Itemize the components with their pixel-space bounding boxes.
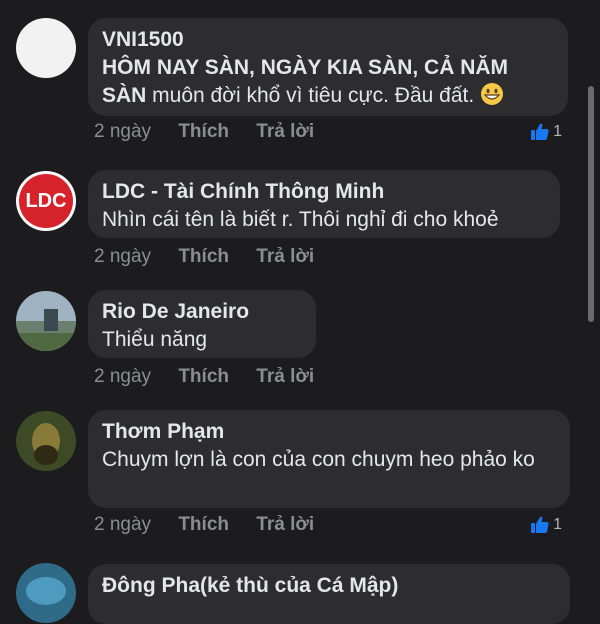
avatar[interactable] [16,291,76,351]
like-button[interactable]: Thích [178,514,229,535]
reply-button[interactable]: Trả lời [256,246,314,267]
like-thumb-icon [531,516,549,533]
comment-meta: 2 ngày Thích Trả lời [94,121,336,143]
comment-text: HÔM NAY SÀN, NGÀY KIA SÀN, CẢ NĂM SÀN mu… [102,54,554,114]
grinning-face-icon [480,82,504,114]
reaction-count[interactable]: 1 [530,123,562,141]
commenter-name[interactable]: VNI1500 [102,26,554,54]
like-count: 1 [553,516,562,533]
ldc-logo-text: LDC [25,189,67,212]
comment-bubble[interactable]: LDC - Tài Chính Thông Minh Nhìn cái tên … [88,170,560,238]
commenter-name[interactable]: Rio De Janeiro [102,298,302,326]
like-thumb-icon [531,123,549,140]
comment-text: Thiểu năng [102,328,208,351]
avatar[interactable] [16,411,76,471]
comment-text-rest: muôn đời khổ vì tiêu cực. Đầu đất. [146,84,475,107]
comment-bubble[interactable]: Rio De Janeiro Thiểu năng [88,290,316,358]
reply-button[interactable]: Trả lời [256,121,314,142]
reply-button[interactable]: Trả lời [256,366,314,387]
like-button[interactable]: Thích [178,366,229,387]
comment-time: 2 ngày [94,121,152,142]
commenter-name[interactable]: LDC - Tài Chính Thông Minh [102,178,546,206]
comment-text: Chuym lợn là con của con chuym heo phảo … [102,448,535,471]
comment-meta: 2 ngày Thích Trả lời [94,366,336,388]
avatar[interactable]: LDC [16,171,76,231]
comment-time: 2 ngày [94,514,152,535]
comment-bubble[interactable]: VNI1500 HÔM NAY SÀN, NGÀY KIA SÀN, CẢ NĂ… [88,18,568,116]
like-button[interactable]: Thích [178,246,229,267]
comment-bubble[interactable]: Thơm Phạm Chuym lợn là con của con chuym… [88,410,570,508]
avatar[interactable] [16,18,76,78]
like-button[interactable]: Thích [178,121,229,142]
comment-text: Nhìn cái tên là biết r. Thôi nghỉ đi cho… [102,208,499,231]
comment-bubble[interactable]: Đông Pha(kẻ thù của Cá Mập) [88,564,570,624]
reaction-count[interactable]: 1 [530,516,562,534]
comment-time: 2 ngày [94,246,152,267]
scrollbar[interactable] [588,86,594,322]
avatar[interactable] [16,563,76,623]
comment-meta: 2 ngày Thích Trả lời [94,514,336,536]
like-count: 1 [553,123,562,140]
commenter-name[interactable]: Đông Pha(kẻ thù của Cá Mập) [102,572,556,600]
commenter-name[interactable]: Thơm Phạm [102,418,556,446]
comment-meta: 2 ngày Thích Trả lời [94,246,336,268]
reply-button[interactable]: Trả lời [256,514,314,535]
comment-time: 2 ngày [94,366,152,387]
